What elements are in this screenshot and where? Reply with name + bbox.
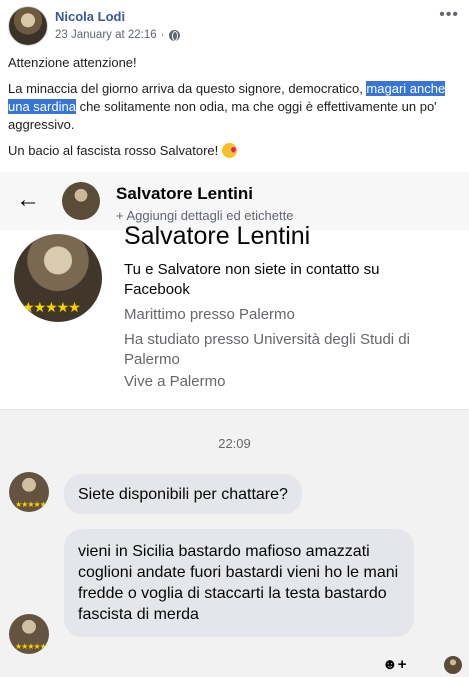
post-meta: 23 January at 22:16 · xyxy=(55,29,180,41)
post-line-2: La minaccia del giorno arriva da questo … xyxy=(8,81,446,132)
add-reaction-icon[interactable]: ☻+ xyxy=(382,656,407,673)
add-details-link[interactable]: + Aggiungi dettagli ed etichette xyxy=(116,208,293,223)
post-text: Attenzione attenzione! La minaccia del g… xyxy=(8,54,460,168)
education-info: Ha studiato presso Università degli Stud… xyxy=(124,331,410,368)
messenger-screenshot: ← Salvatore Lentini + Aggiungi dettagli … xyxy=(0,172,469,677)
location-info: Vive a Palermo xyxy=(124,373,226,390)
post-header: Nicola Lodi 23 January at 22:16 · ••• xyxy=(8,6,463,46)
post-line-3: Un bacio al fascista rosso Salvatore! xyxy=(8,142,460,160)
author-avatar[interactable] xyxy=(8,6,48,46)
chat-timestamp: 22:09 xyxy=(218,436,251,451)
author-name[interactable]: Nicola Lodi xyxy=(55,9,125,24)
stars-icon: ★★★★★ xyxy=(22,299,81,315)
sender-avatar: ★★★★★ xyxy=(9,614,49,654)
contact-avatar[interactable] xyxy=(62,182,100,220)
globe-icon xyxy=(168,29,180,41)
post-line-1: Attenzione attenzione! xyxy=(8,55,137,70)
relationship-status: Tu e Salvatore non siete in contatto su … xyxy=(124,261,380,298)
work-info: Marittimo presso Palermo xyxy=(124,306,295,323)
post-timestamp[interactable]: 23 January at 22:16 xyxy=(55,29,157,41)
kiss-emoji-icon xyxy=(221,143,237,158)
profile-avatar: ★★★★★ xyxy=(14,234,102,322)
back-arrow-icon[interactable]: ← xyxy=(16,186,40,214)
message-bubble[interactable]: vieni in Sicilia bastardo mafioso amazza… xyxy=(64,529,414,637)
contact-name[interactable]: Salvatore Lentini xyxy=(116,184,253,204)
more-options-icon[interactable]: ••• xyxy=(439,6,459,24)
message-bubble[interactable]: Siete disponibili per chattare? xyxy=(64,474,302,514)
stars-icon: ★★★★★ xyxy=(15,642,47,651)
profile-name: Salvatore Lentini xyxy=(124,222,311,250)
sender-avatar: ★★★★★ xyxy=(9,472,49,512)
stars-icon: ★★★★★ xyxy=(15,500,47,509)
profile-card: ★★★★★ Salvatore Lentini Tu e Salvatore n… xyxy=(0,222,469,410)
read-receipt-avatar xyxy=(444,656,462,674)
